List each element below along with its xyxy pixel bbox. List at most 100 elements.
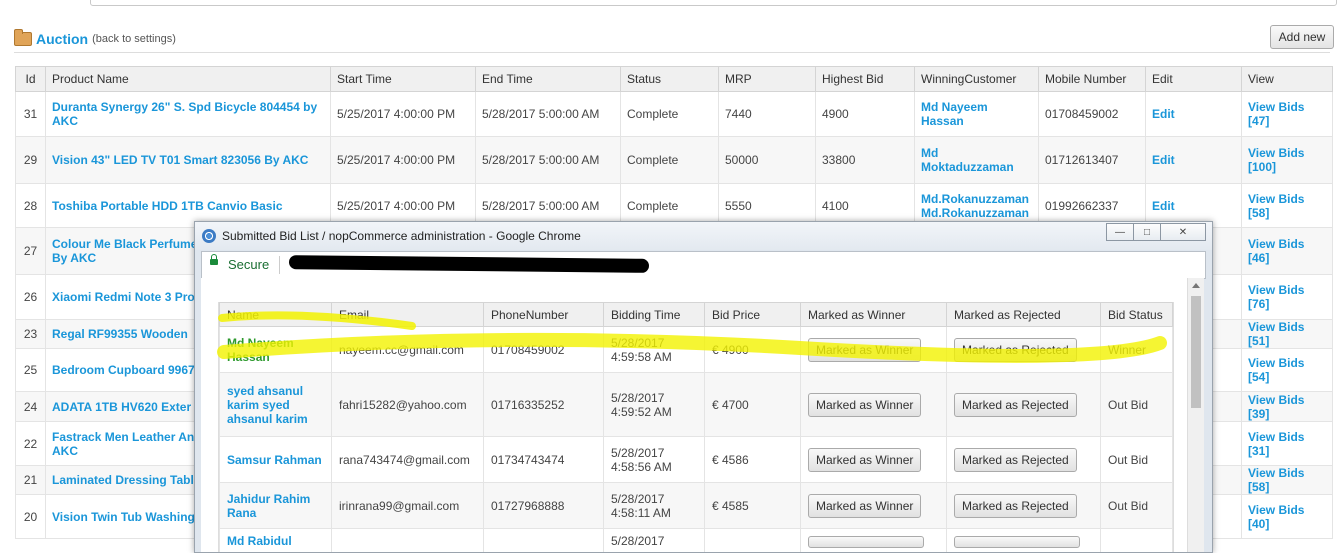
address-bar[interactable]: Secure bbox=[201, 251, 1206, 279]
back-to-settings-link[interactable]: (back to settings) bbox=[92, 33, 176, 45]
lock-icon bbox=[210, 254, 218, 265]
product-link[interactable]: ADATA 1TB HV620 Exter bbox=[52, 400, 191, 414]
add-new-button[interactable]: Add new bbox=[1270, 25, 1334, 49]
col-mobile-number[interactable]: Mobile Number bbox=[1038, 66, 1146, 92]
col-start-time[interactable]: Start Time bbox=[330, 66, 476, 92]
winning-customer-link[interactable]: Md Moktaduzzaman bbox=[921, 146, 1014, 174]
mark-winner-button[interactable] bbox=[808, 536, 924, 548]
col-bidding-time[interactable]: Bidding Time bbox=[603, 302, 705, 327]
chrome-icon bbox=[202, 229, 216, 243]
mark-winner-button[interactable]: Marked as Winner bbox=[808, 337, 922, 362]
col-status[interactable]: Status bbox=[620, 66, 719, 92]
view-bids-link[interactable]: View Bids [54] bbox=[1248, 356, 1304, 384]
bid-status: Winner bbox=[1100, 326, 1173, 373]
col-email[interactable]: Email bbox=[331, 302, 484, 327]
end-time: 5/28/2017 5:00:00 AM bbox=[475, 91, 621, 137]
row-id: 28 bbox=[15, 183, 46, 228]
row-id: 27 bbox=[15, 227, 46, 275]
top-input-field[interactable] bbox=[90, 0, 1337, 6]
row-id: 20 bbox=[15, 494, 46, 539]
view-bids-link[interactable]: View Bids [100] bbox=[1248, 146, 1304, 174]
folder-icon bbox=[14, 29, 32, 46]
edit-link[interactable]: Edit bbox=[1152, 153, 1175, 167]
edit-link[interactable]: Edit bbox=[1152, 107, 1175, 121]
bidder-name-link[interactable]: Jahidur Rahim Rana bbox=[227, 492, 310, 520]
highest-bid: 4900 bbox=[815, 91, 915, 137]
view-bids-link[interactable]: View Bids [47] bbox=[1248, 100, 1304, 128]
bid-status: Out Bid bbox=[1100, 372, 1173, 437]
popup-scrollbar[interactable] bbox=[1187, 278, 1204, 552]
mark-winner-button[interactable]: Marked as Winner bbox=[808, 392, 922, 417]
col-bid-price[interactable]: Bid Price bbox=[704, 302, 801, 327]
col-bid-status[interactable]: Bid Status bbox=[1100, 302, 1173, 327]
mark-rejected-button[interactable]: Marked as Rejected bbox=[954, 493, 1077, 518]
status: Complete bbox=[620, 91, 719, 137]
mark-winner-button[interactable]: Marked as Winner bbox=[808, 493, 922, 518]
col-product-name[interactable]: Product Name bbox=[45, 66, 331, 92]
view-bids-link[interactable]: View Bids [58] bbox=[1248, 466, 1304, 494]
bidder-name-link[interactable]: syed ahsanul karim syed ahsanul karim bbox=[227, 384, 308, 426]
edit-link[interactable]: Edit bbox=[1152, 199, 1175, 213]
mrp: 50000 bbox=[718, 136, 816, 184]
bid-price: € 4585 bbox=[704, 482, 801, 529]
col-end-time[interactable]: End Time bbox=[475, 66, 621, 92]
bidder-name-link[interactable]: Samsur Rahman bbox=[227, 453, 322, 467]
col-highest-bid[interactable]: Highest Bid bbox=[815, 66, 915, 92]
close-button[interactable]: ✕ bbox=[1160, 223, 1206, 241]
col-phone[interactable]: PhoneNumber bbox=[483, 302, 604, 327]
end-time: 5/28/2017 5:00:00 AM bbox=[475, 136, 621, 184]
row-id: 25 bbox=[15, 348, 46, 392]
col-marked-winner[interactable]: Marked as Winner bbox=[800, 302, 947, 327]
bids-header-row: Name Email PhoneNumber Bidding Time Bid … bbox=[219, 302, 1173, 327]
row-id: 23 bbox=[15, 319, 46, 349]
product-link[interactable]: Regal RF99355 Wooden bbox=[52, 327, 188, 341]
bidder-name-link[interactable]: Md Rabidul bbox=[227, 534, 292, 548]
view-bids-link[interactable]: View Bids [51] bbox=[1248, 320, 1304, 348]
bid-row: syed ahsanul karim syed ahsanul karim fa… bbox=[219, 372, 1173, 437]
view-bids-link[interactable]: View Bids [76] bbox=[1248, 283, 1304, 311]
header-divider bbox=[14, 52, 1330, 53]
restore-button[interactable]: □ bbox=[1133, 223, 1161, 241]
mark-winner-button[interactable]: Marked as Winner bbox=[808, 447, 922, 472]
col-view[interactable]: View bbox=[1241, 66, 1333, 92]
window-controls: — □ ✕ bbox=[1106, 223, 1206, 241]
product-link[interactable]: Laminated Dressing Table bbox=[52, 473, 200, 487]
col-name[interactable]: Name bbox=[219, 302, 332, 327]
scroll-up-arrow-icon[interactable] bbox=[1192, 283, 1200, 288]
col-winning-customer[interactable]: WinningCustomer bbox=[914, 66, 1039, 92]
bidding-time: 5/28/2017 4:59:52 AM bbox=[603, 372, 705, 437]
product-link[interactable]: Toshiba Portable HDD 1TB Canvio Basic bbox=[52, 199, 283, 213]
mark-rejected-button[interactable]: Marked as Rejected bbox=[954, 337, 1077, 362]
start-time: 5/25/2017 4:00:00 PM bbox=[330, 91, 476, 137]
row-id: 21 bbox=[15, 465, 46, 495]
mark-rejected-button[interactable]: Marked as Rejected bbox=[954, 392, 1077, 417]
row-id: 31 bbox=[15, 91, 46, 137]
winning-customer-link[interactable]: Md Nayeem Hassan bbox=[921, 100, 988, 128]
view-bids-link[interactable]: View Bids [46] bbox=[1248, 237, 1304, 265]
row-id: 24 bbox=[15, 391, 46, 422]
product-link[interactable]: Bedroom Cupboard 9967 bbox=[52, 363, 195, 377]
col-id[interactable]: Id bbox=[15, 66, 46, 92]
view-bids-link[interactable]: View Bids [58] bbox=[1248, 192, 1304, 220]
mobile-number: 01708459002 bbox=[1038, 91, 1146, 137]
view-bids-link[interactable]: View Bids [31] bbox=[1248, 430, 1304, 458]
bidder-email: nayeem.cc@gmail.com bbox=[331, 326, 484, 373]
mark-rejected-button[interactable] bbox=[954, 536, 1080, 548]
col-mrp[interactable]: MRP bbox=[718, 66, 816, 92]
view-bids-link[interactable]: View Bids [40] bbox=[1248, 503, 1304, 531]
product-link[interactable]: Vision 43" LED TV T01 Smart 823056 By AK… bbox=[52, 153, 308, 167]
product-link[interactable]: Duranta Synergy 26" S. Spd Bicycle 80445… bbox=[52, 100, 317, 128]
view-bids-link[interactable]: View Bids [39] bbox=[1248, 393, 1304, 421]
scroll-thumb[interactable] bbox=[1191, 296, 1201, 408]
bidder-phone: 01708459002 bbox=[483, 326, 604, 373]
bid-row: Md Rabidul 5/28/2017 bbox=[219, 528, 1173, 552]
col-marked-rejected[interactable]: Marked as Rejected bbox=[946, 302, 1101, 327]
minimize-button[interactable]: — bbox=[1106, 223, 1134, 241]
row-id: 29 bbox=[15, 136, 46, 184]
bidder-name-link[interactable]: Md Nayeem Hassan bbox=[227, 336, 294, 364]
mark-rejected-button[interactable]: Marked as Rejected bbox=[954, 447, 1077, 472]
col-edit[interactable]: Edit bbox=[1145, 66, 1242, 92]
winning-customer-link[interactable]: Md.Rokanuzzaman Md.Rokanuzzaman bbox=[921, 192, 1029, 220]
popup-titlebar[interactable]: Submitted Bid List / nopCommerce adminis… bbox=[195, 222, 1212, 250]
bid-price: € 4700 bbox=[704, 372, 801, 437]
